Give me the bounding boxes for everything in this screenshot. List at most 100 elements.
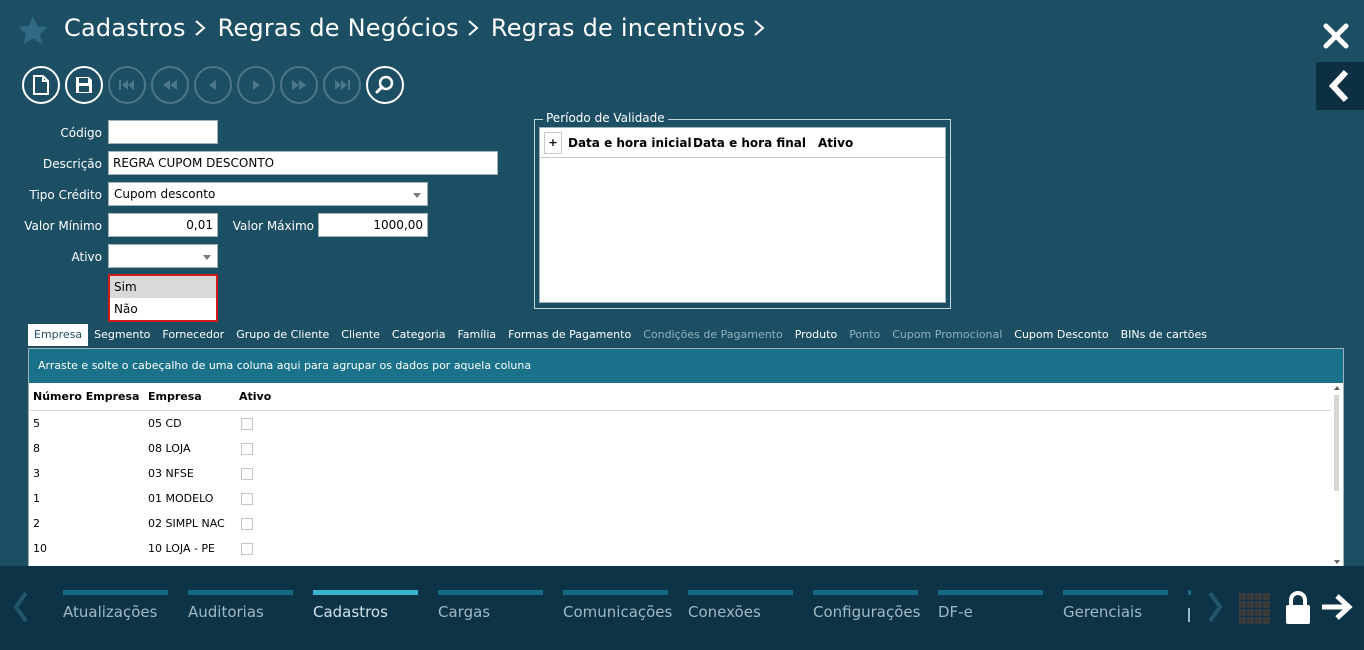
lock-icon[interactable]	[1283, 590, 1313, 626]
previous-icon	[209, 80, 216, 90]
arrow-right-icon[interactable]	[1320, 592, 1354, 622]
tab-cupom-promocional[interactable]: Cupom Promocional	[886, 324, 1008, 346]
scrollbar-thumb[interactable]	[1334, 395, 1339, 491]
module-menu: Atualizações Auditorias Cadastros Cargas…	[63, 590, 1183, 621]
apps-grid-icon[interactable]	[1238, 592, 1272, 626]
cell-empresa: 05 CD	[148, 417, 182, 430]
table-row[interactable]: 10 10 LOJA - PE	[29, 536, 1343, 561]
breadcrumb-item[interactable]: Regras de Negócios	[218, 14, 459, 42]
tab-produto[interactable]: Produto	[789, 324, 843, 346]
codigo-field[interactable]	[108, 120, 218, 144]
collapse-panel-button[interactable]	[1316, 62, 1364, 110]
ativo-checkbox[interactable]	[241, 492, 253, 505]
chevron-right-icon	[468, 20, 479, 36]
chevron-left-icon[interactable]	[12, 590, 30, 624]
add-period-button[interactable]: +	[544, 131, 562, 154]
next-icon	[253, 80, 260, 90]
star-icon[interactable]	[16, 14, 50, 48]
last-record-icon	[335, 80, 350, 90]
close-icon[interactable]	[1320, 20, 1352, 52]
save-icon	[76, 77, 92, 93]
chevron-right-icon[interactable]	[1206, 590, 1224, 624]
cell-numero: 3	[33, 467, 40, 480]
tab-ponto[interactable]: Ponto	[843, 324, 886, 346]
tipo-credito-select[interactable]: Cupom desconto	[108, 182, 428, 206]
table-row[interactable]: 3 03 NFSE	[29, 461, 1343, 486]
table-row[interactable]: 5 05 CD	[29, 411, 1343, 436]
first-record-button[interactable]	[108, 66, 146, 104]
tab-bar: Empresa Segmento Fornecedor Grupo de Cli…	[28, 324, 1213, 346]
ativo-option-nao[interactable]: Não	[110, 298, 216, 320]
menu-item-atualizacoes[interactable]: Atualizações	[63, 590, 188, 621]
chevron-down-icon	[203, 255, 211, 260]
column-header-ativo[interactable]: Ativo	[818, 136, 878, 150]
menu-item-comunicacoes[interactable]: Comunicações	[563, 590, 688, 621]
breadcrumb: Cadastros Regras de Negócios Regras de i…	[64, 14, 777, 42]
menu-item-dfe[interactable]: DF-e	[938, 590, 1063, 621]
grid-scrollbar[interactable]	[1331, 383, 1343, 567]
menu-item-cargas[interactable]: Cargas	[438, 590, 563, 621]
column-header-ativo[interactable]: Ativo	[239, 390, 299, 403]
ativo-checkbox[interactable]	[241, 542, 253, 555]
valor-maximo-field[interactable]: 1000,00	[318, 213, 428, 237]
table-row[interactable]: 1 01 MODELO	[29, 486, 1343, 511]
menu-item-label: Conexões	[688, 603, 761, 621]
ativo-option-sim[interactable]: Sim	[110, 276, 216, 298]
new-button[interactable]	[22, 66, 60, 104]
tab-formas-de-pagamento[interactable]: Formas de Pagamento	[502, 324, 637, 346]
tab-cliente[interactable]: Cliente	[335, 324, 386, 346]
cell-numero: 10	[33, 542, 47, 555]
toolbar	[22, 66, 404, 104]
table-row[interactable]: 2 02 SIMPL NAC	[29, 511, 1343, 536]
menu-item-configuracoes[interactable]: Configurações	[813, 590, 938, 621]
breadcrumb-item[interactable]: Cadastros	[64, 14, 186, 42]
tab-categoria[interactable]: Categoria	[386, 324, 452, 346]
descricao-field[interactable]: REGRA CUPOM DESCONTO	[108, 151, 498, 175]
next-button[interactable]	[237, 66, 275, 104]
ativo-checkbox[interactable]	[241, 517, 253, 530]
ativo-label: Ativo	[71, 250, 102, 264]
rewind-button[interactable]	[151, 66, 189, 104]
menu-item-auditorias[interactable]: Auditorias	[188, 590, 313, 621]
column-header-numero-empresa[interactable]: Número Empresa	[29, 390, 148, 403]
table-row[interactable]: 8 08 LOJA	[29, 436, 1343, 461]
descricao-label: Descrição	[42, 157, 102, 171]
tab-familia[interactable]: Família	[451, 324, 502, 346]
tab-cupom-desconto[interactable]: Cupom Desconto	[1008, 324, 1114, 346]
menu-item-label: Configurações	[813, 603, 921, 621]
menu-overflow-item	[1188, 590, 1191, 630]
column-header-data-final[interactable]: Data e hora final	[693, 136, 818, 150]
column-header-empresa[interactable]: Empresa	[148, 390, 239, 403]
scroll-down-icon[interactable]	[1334, 560, 1340, 564]
search-button[interactable]	[366, 66, 404, 104]
ativo-checkbox[interactable]	[241, 417, 253, 430]
menu-item-label: Cargas	[438, 603, 491, 621]
ativo-select[interactable]	[108, 244, 218, 268]
tab-empresa[interactable]: Empresa	[28, 324, 89, 346]
tab-bins-de-cartoes[interactable]: BINs de cartões	[1115, 324, 1213, 346]
menu-item-cadastros[interactable]: Cadastros	[313, 590, 438, 621]
tab-condicoes-de-pagamento[interactable]: Condições de Pagamento	[637, 324, 789, 346]
tab-grupo-de-cliente[interactable]: Grupo de Cliente	[230, 324, 335, 346]
save-button[interactable]	[65, 66, 103, 104]
fast-forward-button[interactable]	[280, 66, 318, 104]
new-document-icon	[33, 75, 49, 95]
tab-segmento[interactable]: Segmento	[88, 324, 156, 346]
group-by-panel[interactable]: Arraste e solte o cabeçalho de uma colun…	[29, 349, 1343, 383]
breadcrumb-item[interactable]: Regras de incentivos	[491, 14, 745, 42]
bottom-nav: Atualizações Auditorias Cadastros Cargas…	[0, 566, 1364, 650]
valor-minimo-field[interactable]: 0,01	[108, 213, 218, 237]
cell-numero: 5	[33, 417, 40, 430]
menu-item-label: DF-e	[938, 603, 973, 621]
scroll-up-icon[interactable]	[1334, 386, 1340, 390]
ativo-checkbox[interactable]	[241, 442, 253, 455]
menu-item-conexoes[interactable]: Conexões	[688, 590, 813, 621]
last-record-button[interactable]	[323, 66, 361, 104]
cell-empresa: 01 MODELO	[148, 492, 214, 505]
tab-fornecedor[interactable]: Fornecedor	[156, 324, 230, 346]
chevron-down-icon	[413, 193, 421, 198]
ativo-checkbox[interactable]	[241, 467, 253, 480]
previous-button[interactable]	[194, 66, 232, 104]
column-header-data-inicial[interactable]: Data e hora inicial	[568, 136, 693, 150]
menu-item-gerenciais[interactable]: Gerenciais	[1063, 590, 1183, 621]
